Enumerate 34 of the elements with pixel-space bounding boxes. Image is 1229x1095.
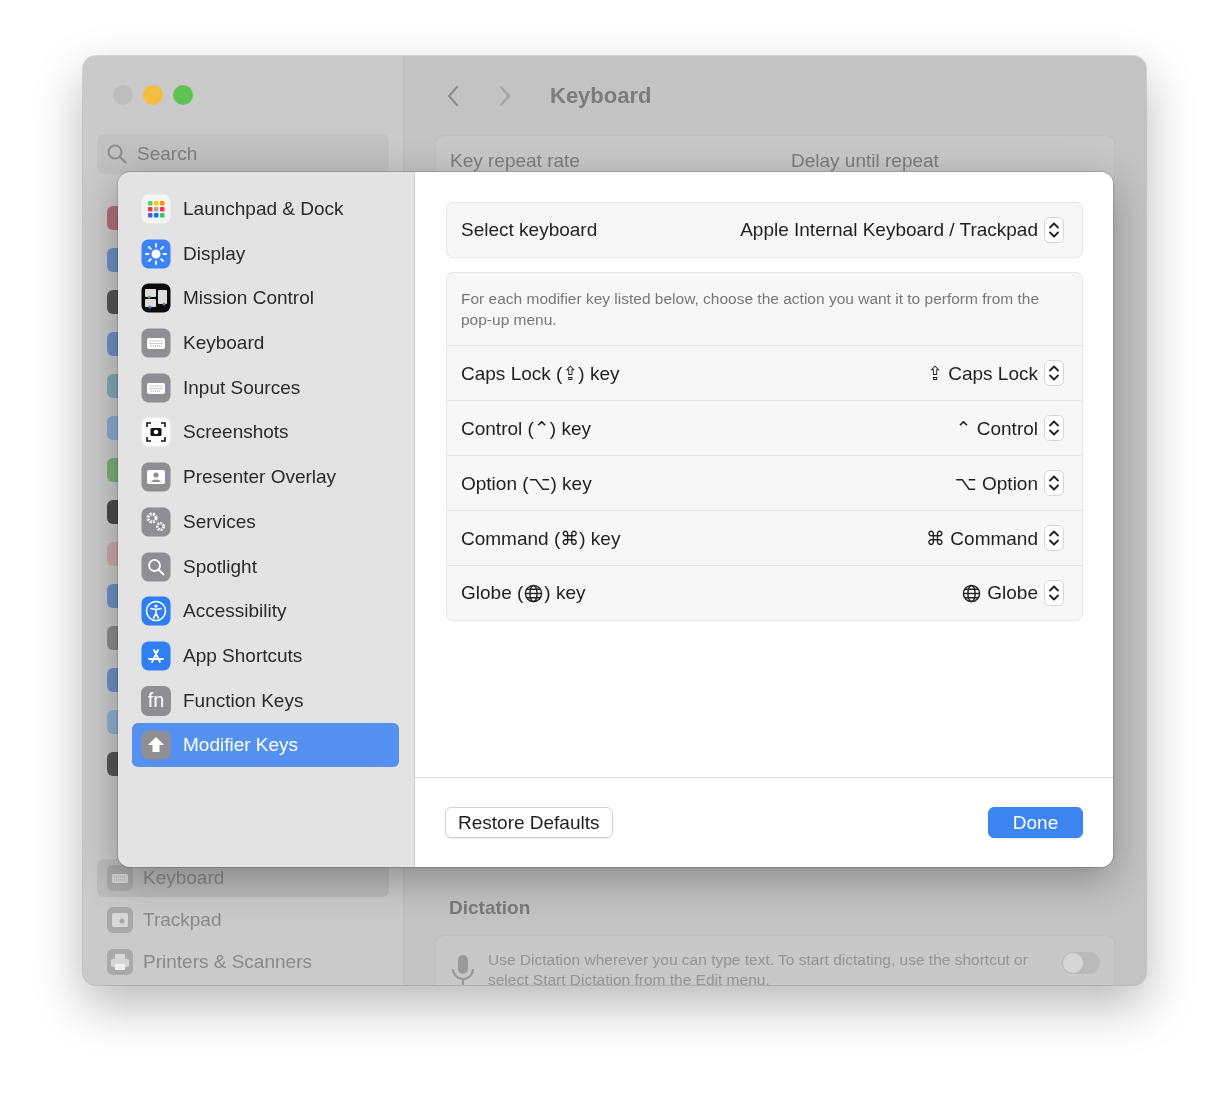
sidebar-item[interactable]: Screenshots xyxy=(132,410,399,455)
sidebar-item[interactable]: Display xyxy=(132,231,399,276)
key-label: Control (⌃) key xyxy=(461,416,591,440)
sidebar-item[interactable]: Presenter Overlay xyxy=(132,455,399,500)
sidebar-item[interactable]: Spotlight xyxy=(132,544,399,589)
sidebar-item[interactable]: Accessibility xyxy=(132,589,399,634)
sidebar-item[interactable]: fn Function Keys xyxy=(132,678,399,723)
sidebar-item[interactable]: Input Sources xyxy=(132,365,399,410)
done-button[interactable]: Done xyxy=(988,807,1083,838)
sidebar-item[interactable]: Keyboard xyxy=(132,321,399,366)
setting-label: Key repeat rate xyxy=(450,150,581,173)
action-popup[interactable]: ⇪ Caps Lock xyxy=(927,360,1064,386)
sidebar-item[interactable]: App Shortcuts xyxy=(132,633,399,678)
description-text: For each modifier key listed below, choose the action you want it to perform from the pop-up menu. xyxy=(447,273,1082,346)
sidebar-item[interactable]: Services xyxy=(132,499,399,544)
setting-label: Delay until repeat xyxy=(791,150,939,173)
action-popup[interactable]: ⌥ Option xyxy=(954,470,1064,496)
setting-label: Select keyboard xyxy=(461,219,598,241)
sidebar-item[interactable]: Launchpad & Dock xyxy=(132,187,399,231)
fn-key-icon: fn xyxy=(141,685,171,716)
action-popup[interactable]: ⌃ Control xyxy=(955,415,1064,441)
sidebar-item[interactable]: Mission Control xyxy=(132,276,399,321)
action-popup[interactable]: ⌘ Command xyxy=(926,525,1064,551)
restore-defaults-button[interactable]: Restore Defaults xyxy=(445,807,613,838)
key-label: Command (⌘) key xyxy=(461,526,621,550)
key-label: ) key xyxy=(544,582,586,604)
keyboard-popup[interactable]: Apple Internal Keyboard / Trackpad xyxy=(740,217,1064,243)
key-label: Globe ( xyxy=(461,582,524,604)
window-title: Keyboard xyxy=(550,82,652,109)
section-heading: Dictation xyxy=(449,897,532,919)
key-label: Option (⌥) key xyxy=(461,471,592,495)
action-popup[interactable]: Globe xyxy=(962,580,1064,606)
search-field[interactable]: Search xyxy=(97,134,389,174)
key-label: Caps Lock (⇪) key xyxy=(461,361,620,385)
